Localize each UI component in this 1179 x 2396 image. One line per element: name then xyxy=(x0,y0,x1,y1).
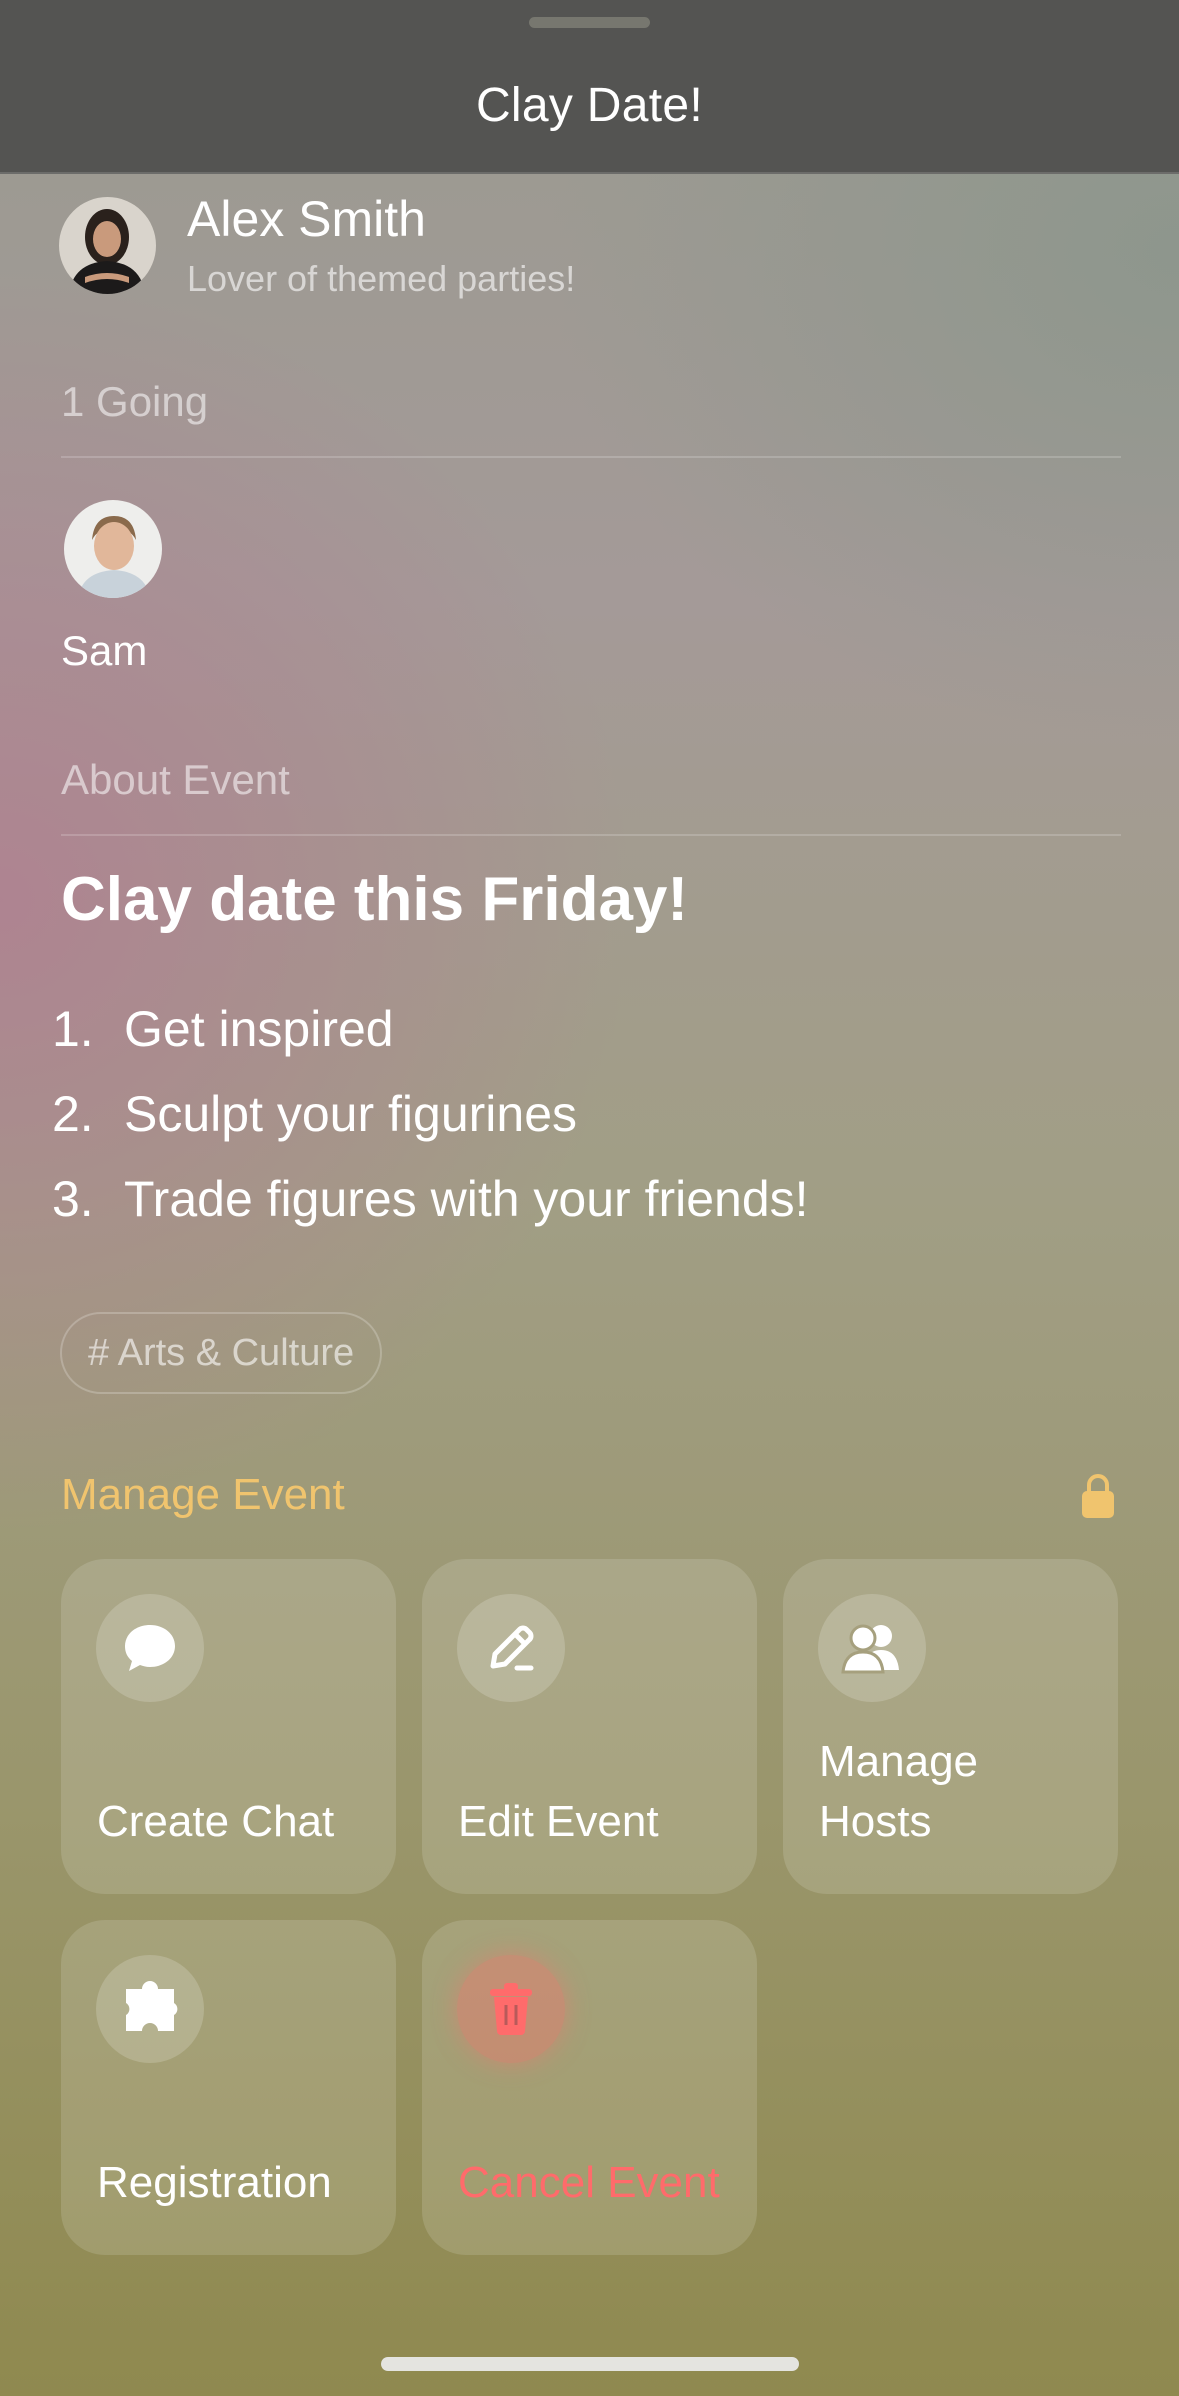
cancel-event-button[interactable]: Cancel Event xyxy=(422,1920,757,2255)
chat-bubble-icon xyxy=(96,1594,204,1702)
list-number: 1. xyxy=(52,1001,94,1057)
card-label: Cancel Event xyxy=(458,2158,720,2207)
attendee-avatar[interactable] xyxy=(64,500,162,598)
divider xyxy=(61,834,1121,836)
divider xyxy=(61,456,1121,458)
category-tag[interactable]: # Arts & Culture xyxy=(60,1312,383,1394)
sheet-header: Clay Date! xyxy=(0,0,1179,174)
sheet-grabber[interactable] xyxy=(529,17,650,28)
registration-button[interactable]: Registration xyxy=(61,1920,396,2255)
host-avatar[interactable] xyxy=(59,197,156,294)
edit-event-button[interactable]: Edit Event xyxy=(422,1559,757,1894)
list-text: Sculpt your figurines xyxy=(124,1086,578,1142)
lock-icon xyxy=(1082,1472,1114,1518)
trash-icon xyxy=(457,1955,565,2063)
card-label: Edit Event xyxy=(458,1797,659,1846)
manage-hosts-button[interactable]: Manage Hosts xyxy=(783,1559,1118,1894)
list-number: 3. xyxy=(52,1171,94,1227)
puzzle-icon xyxy=(96,1955,204,2063)
list-text: Get inspired xyxy=(124,1001,394,1057)
list-number: 2. xyxy=(52,1086,94,1142)
manage-event-label: Manage Event xyxy=(61,1470,345,1519)
event-description-title: Clay date this Friday! xyxy=(61,865,689,934)
card-label: Create Chat xyxy=(97,1797,335,1846)
host-name[interactable]: Alex Smith xyxy=(187,190,426,248)
home-indicator[interactable] xyxy=(381,2357,799,2371)
about-event-label: About Event xyxy=(61,756,290,803)
page-title: Clay Date! xyxy=(475,79,704,132)
host-bio: Lover of themed parties! xyxy=(187,258,576,299)
card-label: Manage Hosts xyxy=(819,1737,979,1846)
create-chat-button[interactable]: Create Chat xyxy=(61,1559,396,1894)
pencil-icon xyxy=(457,1594,565,1702)
card-label: Registration xyxy=(97,2158,332,2207)
people-icon xyxy=(818,1594,926,1702)
going-count-label: 1 Going xyxy=(61,378,209,425)
list-text: Trade figures with your friends! xyxy=(124,1171,809,1227)
attendee-name: Sam xyxy=(61,627,148,674)
